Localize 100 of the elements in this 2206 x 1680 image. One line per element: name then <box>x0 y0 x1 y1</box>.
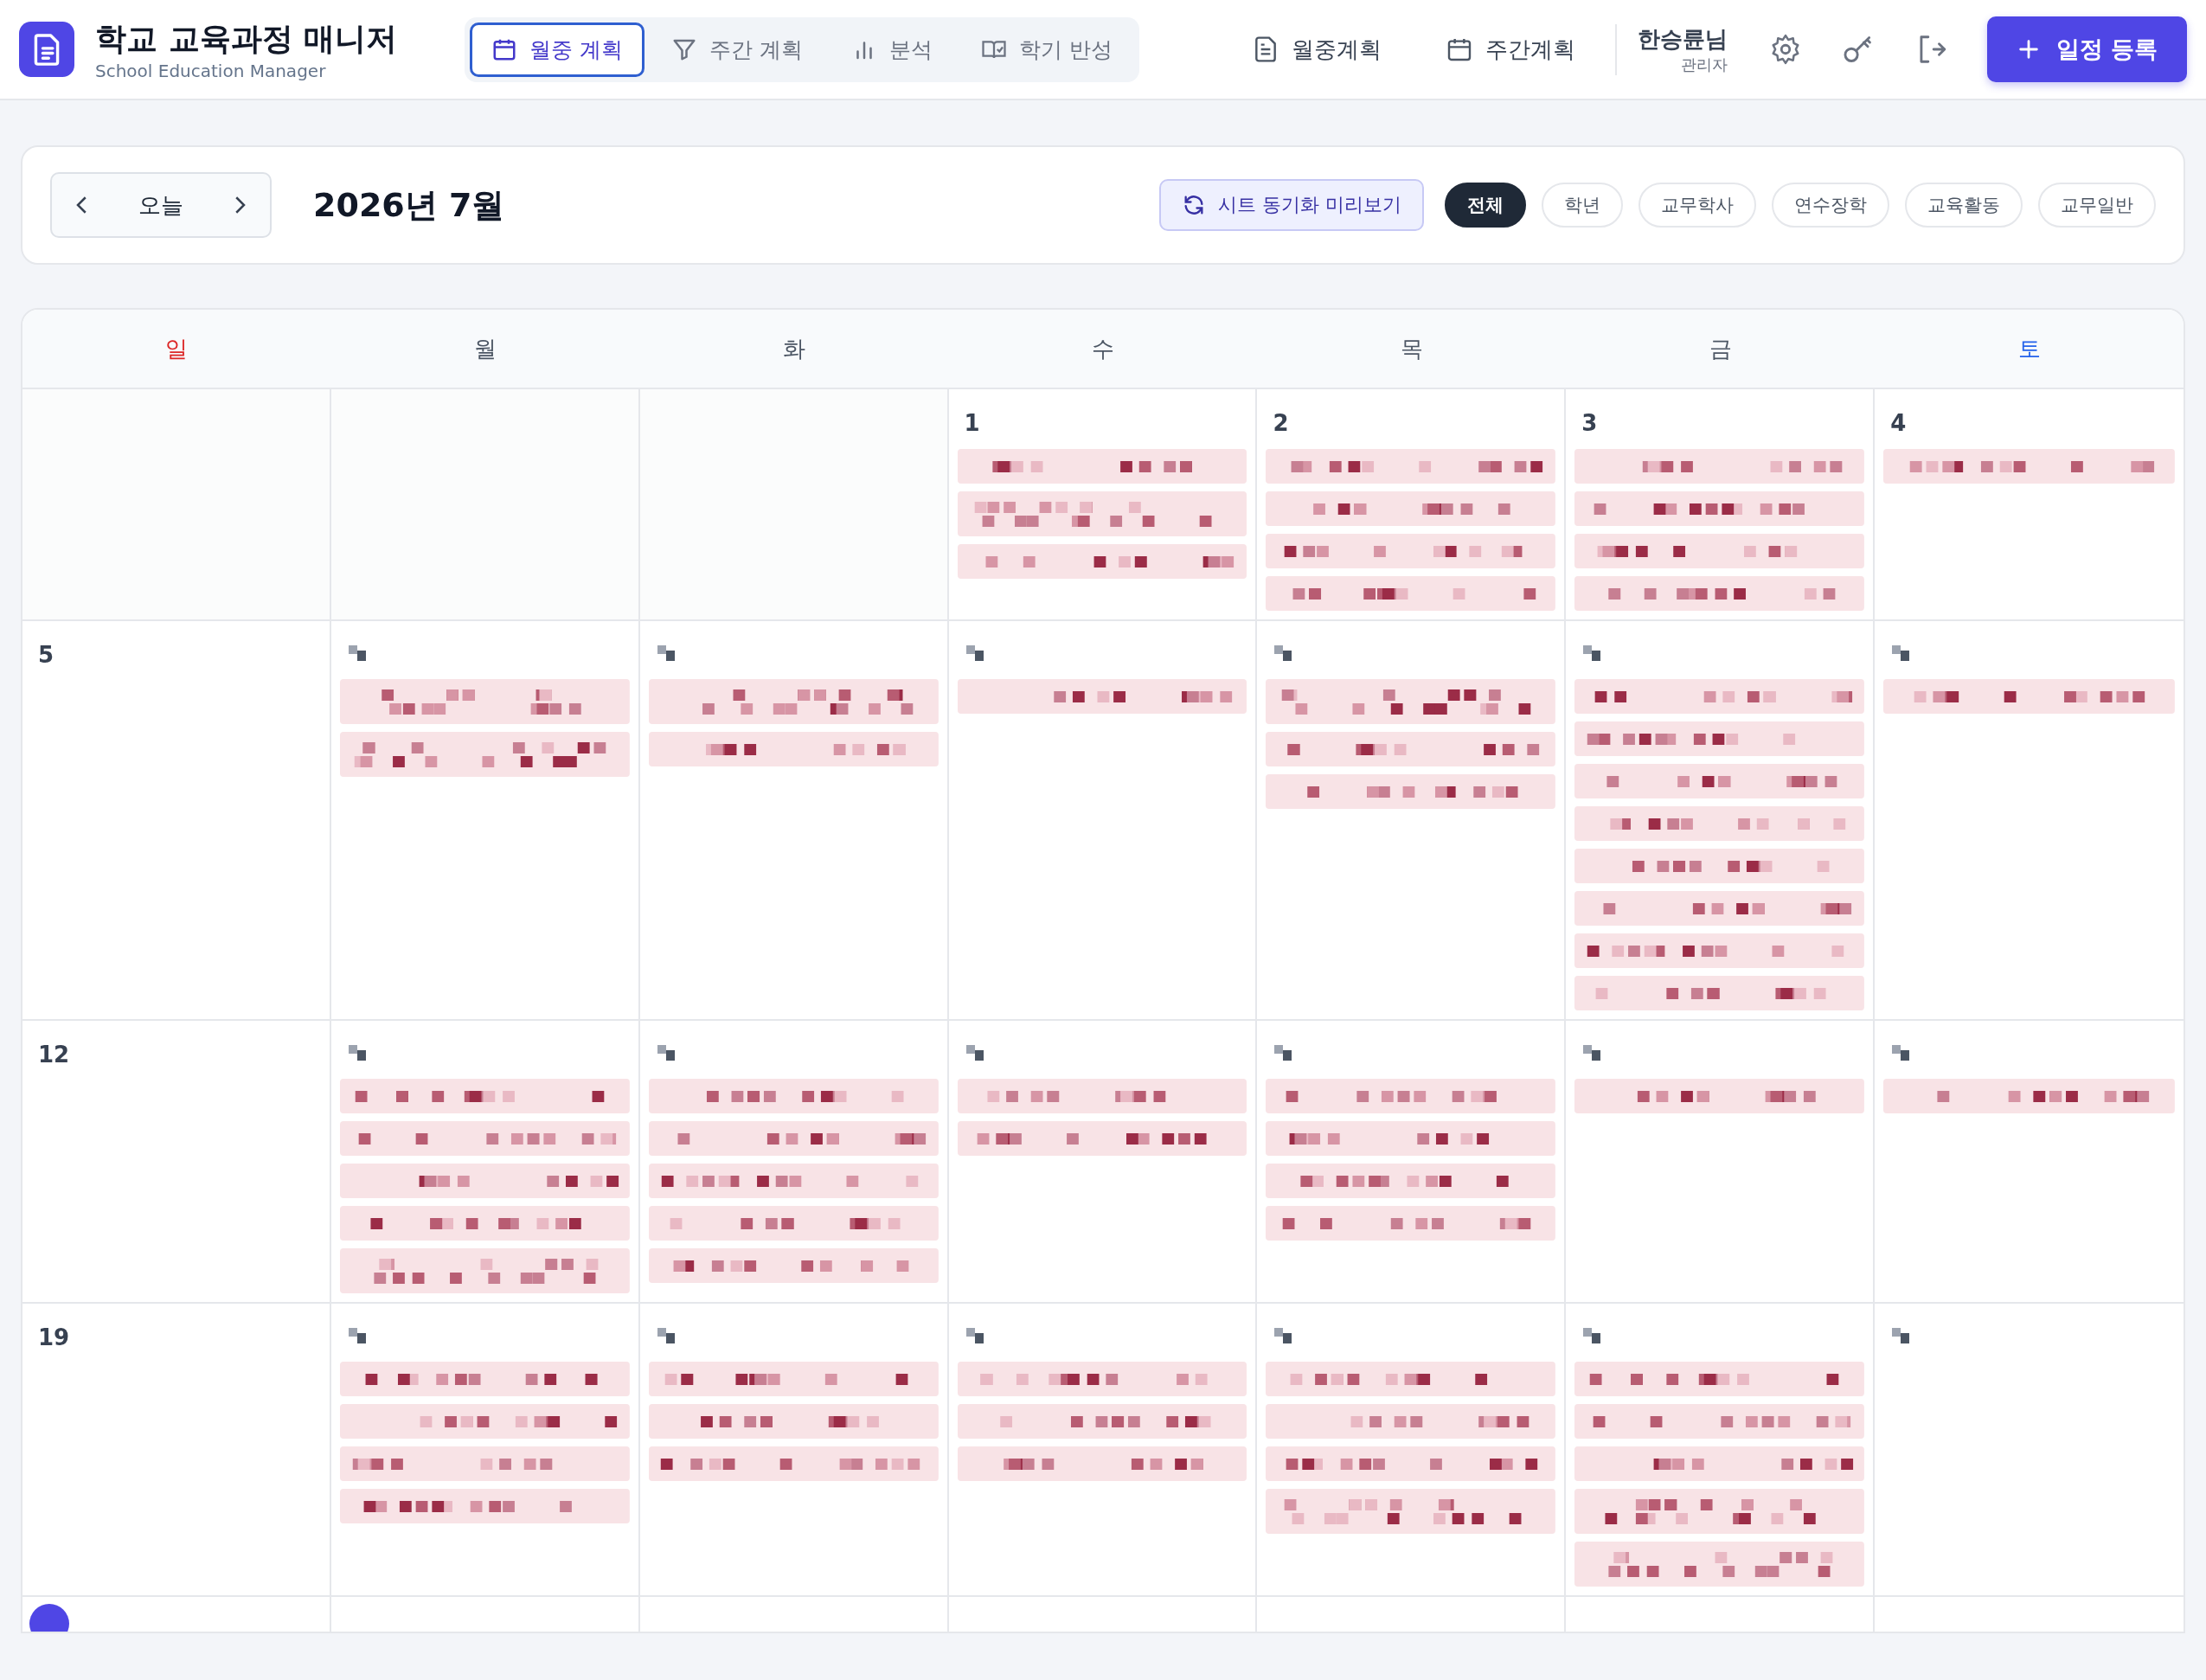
blurred-event[interactable] <box>339 1206 630 1241</box>
sync-preview-button[interactable]: 시트 동기화 미리보기 <box>1159 179 1424 231</box>
blurred-event[interactable] <box>1574 976 1865 1010</box>
weekday-header: 금 <box>1708 334 1733 363</box>
nav-link[interactable]: 월중계획 <box>1227 34 1406 65</box>
blurred-event[interactable] <box>1883 449 2175 484</box>
user-role: 관리자 <box>1680 54 1728 75</box>
blurred-event[interactable] <box>1266 679 1556 724</box>
blurred-event[interactable] <box>648 1206 939 1241</box>
blurred-event[interactable] <box>957 1121 1247 1156</box>
blurred-event[interactable] <box>1574 1362 1865 1396</box>
blurred-event[interactable] <box>957 449 1247 484</box>
blurred-event[interactable] <box>1266 774 1556 809</box>
day-number: 5 <box>37 641 55 670</box>
blurred-event[interactable] <box>648 1362 939 1396</box>
blurred-event[interactable] <box>1574 679 1865 714</box>
nav-link[interactable]: 주간계획 <box>1420 34 1600 65</box>
blurred-event[interactable] <box>648 1121 939 1156</box>
blurred-event[interactable] <box>648 1079 939 1113</box>
blurred-event[interactable] <box>957 679 1247 714</box>
blurred-event[interactable] <box>339 1446 630 1481</box>
blurred-event[interactable] <box>648 1404 939 1439</box>
blurred-event[interactable] <box>339 1489 630 1523</box>
blurred-event[interactable] <box>957 1404 1247 1439</box>
app-title: 학교 교육과정 매니저 <box>95 19 398 58</box>
blurred-event[interactable] <box>1266 1164 1556 1198</box>
filter-chip[interactable]: 전체 <box>1445 183 1526 228</box>
day-number: 12 <box>37 1041 71 1069</box>
blurred-event[interactable] <box>1266 449 1556 484</box>
view-tab[interactable]: 학기 반성 <box>959 22 1134 77</box>
blurred-event[interactable] <box>1574 849 1865 883</box>
blurred-event[interactable] <box>1574 764 1865 798</box>
day-number: 4 <box>1889 409 1908 438</box>
weekday-header: 일 <box>164 334 189 363</box>
blurred-event[interactable] <box>1266 534 1556 568</box>
blurred-event[interactable] <box>1574 933 1865 968</box>
blurred-event[interactable] <box>1574 721 1865 756</box>
filter-chip[interactable]: 연수장학 <box>1772 183 1889 228</box>
blurred-event[interactable] <box>957 491 1247 536</box>
blurred-event[interactable] <box>1266 1489 1556 1534</box>
add-schedule-button[interactable]: 일정 등록 <box>1986 16 2187 82</box>
blurred-event[interactable] <box>1266 1362 1556 1396</box>
blurred-event[interactable] <box>1574 1542 1865 1587</box>
day-number: 2 <box>1272 409 1290 438</box>
filter-chip[interactable]: 학년 <box>1542 183 1623 228</box>
day-number: 19 <box>37 1324 71 1352</box>
blurred-event[interactable] <box>339 1248 630 1293</box>
blurred-event[interactable] <box>1266 576 1556 611</box>
day-number: 3 <box>1581 409 1599 438</box>
weekday-header: 수 <box>1091 334 1115 363</box>
filter-chip[interactable]: 교육활동 <box>1905 183 2023 228</box>
app-subtitle: School Education Manager <box>95 60 327 81</box>
blurred-event[interactable] <box>339 732 630 777</box>
blurred-event[interactable] <box>1574 491 1865 526</box>
blurred-event[interactable] <box>1883 1079 2175 1113</box>
blurred-event[interactable] <box>339 1164 630 1198</box>
blurred-event[interactable] <box>648 1248 939 1283</box>
blurred-event[interactable] <box>957 544 1247 579</box>
blurred-event[interactable] <box>957 1362 1247 1396</box>
blurred-event[interactable] <box>648 1164 939 1198</box>
blurred-event[interactable] <box>648 679 939 724</box>
view-tab[interactable]: 주간 계획 <box>650 22 824 77</box>
blurred-event[interactable] <box>339 1362 630 1396</box>
blurred-event[interactable] <box>1266 1446 1556 1481</box>
blurred-event[interactable] <box>1266 491 1556 526</box>
blurred-event[interactable] <box>1574 1489 1865 1534</box>
blurred-event[interactable] <box>1574 534 1865 568</box>
blurred-event[interactable] <box>1574 449 1865 484</box>
blurred-event[interactable] <box>1574 1079 1865 1113</box>
blurred-event[interactable] <box>339 1404 630 1439</box>
weekday-header: 토 <box>2017 334 2042 363</box>
blurred-event[interactable] <box>648 732 939 766</box>
blurred-event[interactable] <box>339 679 630 724</box>
blurred-event[interactable] <box>1266 732 1556 766</box>
blurred-event[interactable] <box>957 1079 1247 1113</box>
weekday-header: 목 <box>1399 334 1424 363</box>
blurred-event[interactable] <box>1574 1404 1865 1439</box>
blurred-event[interactable] <box>1883 679 2175 714</box>
blurred-event[interactable] <box>1266 1206 1556 1241</box>
blurred-event[interactable] <box>648 1446 939 1481</box>
blurred-event[interactable] <box>1266 1079 1556 1113</box>
blurred-event[interactable] <box>957 1446 1247 1481</box>
blurred-event[interactable] <box>1574 806 1865 841</box>
user-name: 한승륜님 <box>1637 24 1728 54</box>
blurred-event[interactable] <box>339 1121 630 1156</box>
filter-chip[interactable]: 교무학사 <box>1638 183 1756 228</box>
day-number: 1 <box>963 409 981 438</box>
weekday-header: 화 <box>782 334 807 363</box>
blurred-event[interactable] <box>1574 891 1865 926</box>
document-logo-icon <box>19 22 74 77</box>
blurred-event[interactable] <box>339 1079 630 1113</box>
filter-chip[interactable]: 교무일반 <box>2038 183 2156 228</box>
blurred-event[interactable] <box>1266 1121 1556 1156</box>
view-tab[interactable]: 월중 계획 <box>470 22 645 77</box>
blurred-event[interactable] <box>1266 1404 1556 1439</box>
blurred-event[interactable] <box>1574 1446 1865 1481</box>
weekday-header: 월 <box>473 334 498 363</box>
today-button[interactable]: 오늘 <box>104 189 218 221</box>
view-tab[interactable]: 분석 <box>830 22 954 77</box>
blurred-event[interactable] <box>1574 576 1865 611</box>
